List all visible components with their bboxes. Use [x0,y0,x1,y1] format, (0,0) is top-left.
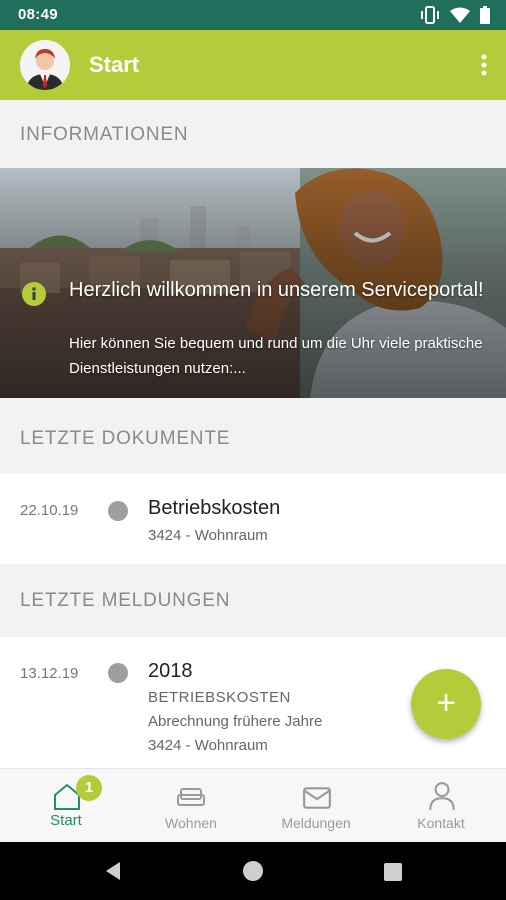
section-title: LETZTE DOKUMENTE [20,428,231,449]
message-category: BETRIEBSKOSTEN [148,689,291,706]
clock: 08:49 [18,6,58,23]
document-date: 22.10.19 [20,502,79,519]
mail-icon [303,787,331,809]
overflow-menu-icon[interactable] [480,52,488,78]
recents-icon[interactable] [384,863,402,881]
section-header-dokumente: LETZTE DOKUMENTE [0,404,506,474]
sofa-icon [177,788,205,806]
message-description: Abrechnung frühere Jahre [148,713,323,730]
avatar[interactable] [20,40,70,90]
status-bar: 08:49 [0,0,506,30]
user-avatar-icon [20,40,70,90]
nav-label: Kontakt [417,815,465,831]
notification-badge: 1 [76,775,102,801]
nav-start[interactable]: 1 Start [2,769,128,842]
back-icon[interactable] [104,861,122,881]
status-dot [108,663,128,683]
wifi-icon [450,7,470,23]
add-button[interactable]: + [411,669,481,739]
home-button-icon[interactable] [242,860,264,882]
nav-label: Wohnen [165,815,217,831]
document-subtitle: 3424 - Wohnraum [148,527,268,544]
plus-icon: + [436,684,456,722]
vibrate-icon [421,6,439,24]
nav-label: Meldungen [281,815,351,831]
bottom-navigation: 1 Start Wohnen Meldungen Kontakt [0,768,506,842]
nav-kontakt[interactable]: Kontakt [378,769,504,842]
system-navigation-bar [0,842,506,900]
nav-label: Start [50,812,82,829]
section-title: INFORMATIONEN [20,124,189,145]
document-title: Betriebskosten [148,497,281,519]
nav-meldungen[interactable]: Meldungen [253,769,379,842]
info-title: Herzlich willkommen in unserem Servicepo… [69,279,484,301]
info-card[interactable]: Herzlich willkommen in unserem Servicepo… [0,168,506,398]
section-header-informationen: INFORMATIONEN [0,100,506,170]
section-header-meldungen: LETZTE MELDUNGEN [0,566,506,636]
app-bar: Start [0,30,506,100]
section-title: LETZTE MELDUNGEN [20,590,231,611]
message-title: 2018 [148,660,193,682]
info-text: Hier können Sie bequem und rund um die U… [69,335,483,377]
person-icon [429,782,455,810]
message-date: 13.12.19 [20,665,79,682]
info-icon [22,282,46,306]
battery-icon [480,6,490,24]
nav-wohnen[interactable]: Wohnen [128,769,254,842]
status-icons [420,6,490,24]
status-dot [108,501,128,521]
message-subtitle: 3424 - Wohnraum [148,737,268,754]
document-list-item[interactable]: 22.10.19 Betriebskosten 3424 - Wohnraum [0,474,506,564]
page-title: Start [89,52,140,77]
